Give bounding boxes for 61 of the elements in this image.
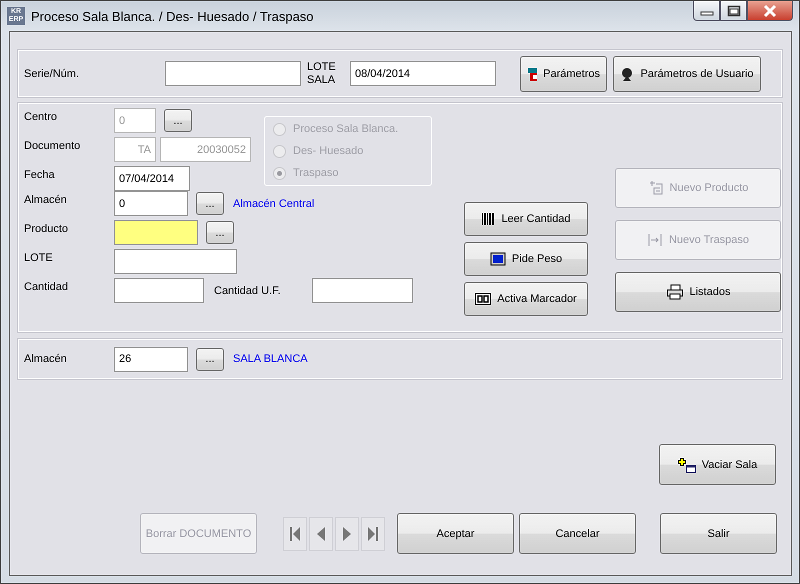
lookup-button[interactable]: ... bbox=[206, 221, 234, 244]
transfer-icon bbox=[646, 232, 663, 248]
radio-label: Traspaso bbox=[293, 167, 338, 179]
input-field[interactable] bbox=[165, 61, 301, 86]
input-field[interactable] bbox=[114, 249, 237, 274]
field-label: Producto bbox=[24, 222, 70, 235]
input-field[interactable]: 07/04/2014 bbox=[114, 166, 190, 191]
field-label: Almacén bbox=[24, 193, 68, 206]
last-record-button[interactable] bbox=[361, 516, 385, 550]
lookup-button[interactable]: ... bbox=[196, 348, 224, 370]
toolbar-button[interactable]: Parámetros de Usuario bbox=[613, 56, 761, 92]
first-icon bbox=[289, 524, 301, 542]
toolbar-button[interactable]: Parámetros bbox=[520, 56, 607, 92]
field-label: Cantidad bbox=[24, 280, 70, 293]
close-button[interactable] bbox=[747, 1, 793, 21]
exit-button[interactable]: Salir bbox=[660, 513, 777, 554]
barcode-icon bbox=[481, 212, 496, 226]
input-field[interactable] bbox=[114, 220, 198, 245]
counter-icon bbox=[475, 293, 492, 305]
lookup-button[interactable]: ... bbox=[196, 192, 224, 215]
user-icon bbox=[620, 66, 634, 80]
field-label: LOTE SALA bbox=[307, 60, 337, 86]
action-button[interactable]: Pide Peso bbox=[464, 242, 588, 276]
previous-button[interactable] bbox=[309, 516, 333, 550]
form-icon bbox=[648, 180, 664, 196]
close-icon bbox=[762, 4, 778, 18]
action-button[interactable]: Leer Cantidad bbox=[464, 202, 588, 236]
input-field[interactable]: 0 bbox=[114, 191, 188, 216]
monitor-icon bbox=[490, 252, 506, 266]
dialog-button[interactable]: Aceptar bbox=[397, 513, 514, 554]
action-button[interactable]: Vaciar Sala bbox=[659, 444, 776, 485]
warehouse-name: Almacén Central bbox=[233, 198, 314, 210]
field-label: Almacén bbox=[24, 353, 68, 365]
settings-icon bbox=[527, 66, 538, 82]
previous-icon bbox=[315, 524, 327, 542]
field-label: Fecha bbox=[24, 168, 56, 181]
field-label: Centro bbox=[24, 110, 58, 123]
first-record-button[interactable] bbox=[283, 516, 307, 550]
radio-label: Des- Huesado bbox=[293, 145, 364, 157]
field-label: Documento bbox=[24, 139, 82, 152]
minimize-button[interactable] bbox=[693, 1, 720, 21]
printer-icon bbox=[666, 284, 684, 300]
field-label: Cantidad U.F. bbox=[214, 284, 282, 296]
warehouse-name: SALA BLANCA bbox=[233, 353, 308, 365]
input-field[interactable]: 08/04/2014 bbox=[350, 61, 496, 86]
maximize-icon bbox=[726, 4, 740, 16]
add-table-icon bbox=[678, 456, 696, 472]
maximize-button[interactable] bbox=[720, 1, 747, 21]
last-icon bbox=[367, 524, 379, 542]
field-label: LOTE bbox=[24, 251, 54, 264]
field-label: Serie/Núm. bbox=[24, 68, 80, 80]
input-field[interactable] bbox=[114, 278, 204, 303]
dialog-button[interactable]: Cancelar bbox=[519, 513, 636, 554]
action-button[interactable]: Listados bbox=[615, 272, 781, 312]
window-title: Proceso Sala Blanca. / Des- Huesado / Traspaso bbox=[31, 8, 314, 24]
input-field[interactable]: 26 bbox=[114, 346, 188, 372]
next-button[interactable] bbox=[335, 516, 359, 550]
radio-label: Proceso Sala Blanca. bbox=[293, 123, 398, 135]
action-button[interactable]: Activa Marcador bbox=[464, 282, 588, 316]
input-field[interactable] bbox=[312, 278, 413, 303]
next-icon bbox=[341, 524, 353, 542]
